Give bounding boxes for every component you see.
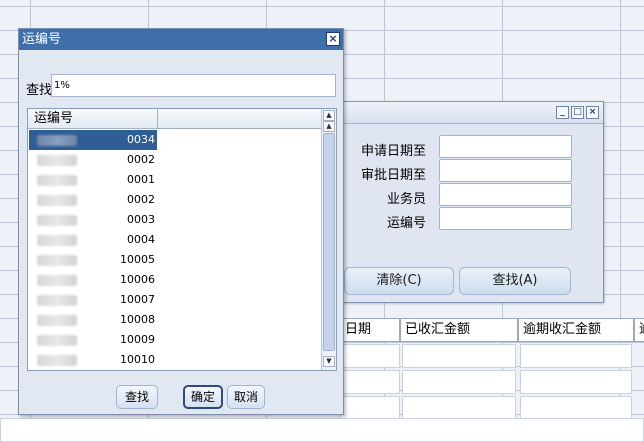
list-item-label: 0002 (127, 193, 155, 206)
maximize-icon[interactable]: □ (571, 106, 584, 119)
scroll-up-icon[interactable]: ▲ (323, 110, 335, 121)
table-cell[interactable] (340, 370, 400, 394)
table-cell[interactable] (340, 344, 400, 368)
search-window-titlebar[interactable]: _ □ × (334, 102, 603, 124)
lov-popup: 运编号 × 查找 1% 运编号 0034 0002 0001 0002 0003 0004… (18, 28, 344, 415)
redacted-prefix (37, 155, 77, 166)
list-item-label: 0001 (127, 173, 155, 186)
list-item-label: 10010 (120, 353, 155, 366)
scroll-top-icon[interactable]: ▲ (323, 121, 335, 132)
find-input[interactable]: 1% (51, 74, 336, 97)
cancel-button[interactable]: 取消 (227, 385, 265, 409)
redacted-prefix (37, 235, 77, 246)
redacted-prefix (37, 135, 77, 146)
list-item[interactable]: 0002 (29, 150, 157, 170)
table-cell[interactable] (402, 370, 516, 394)
column-header-overdue-amount[interactable]: 逾期收汇金额 (518, 318, 634, 342)
table-cell[interactable] (340, 396, 400, 420)
ok-button[interactable]: 确定 (183, 385, 223, 409)
redacted-prefix (37, 195, 77, 206)
redacted-prefix (37, 255, 77, 266)
list-item[interactable]: 10005 (29, 250, 157, 270)
popup-titlebar[interactable]: 运编号 × (19, 29, 343, 50)
list-item-label: 0004 (127, 233, 155, 246)
shipment-number-field[interactable] (439, 207, 572, 230)
find-button[interactable]: 查找 (116, 385, 158, 409)
list-item[interactable]: 10006 (29, 270, 157, 290)
table-cell[interactable] (402, 344, 516, 368)
list-column-header[interactable]: 运编号 (28, 109, 158, 129)
redacted-prefix (37, 275, 77, 286)
list-item[interactable]: 10007 (29, 290, 157, 310)
column-header-date[interactable]: 日期 (340, 318, 400, 342)
find-label: 查找 (26, 83, 53, 98)
table-cell[interactable] (520, 396, 632, 420)
redacted-prefix (37, 335, 77, 346)
redacted-prefix (37, 175, 77, 186)
list-item[interactable]: 0001 (29, 170, 157, 190)
table-row (0, 418, 644, 442)
list-item[interactable]: 0004 (29, 230, 157, 250)
list-item[interactable]: 0034 (29, 130, 157, 150)
close-icon[interactable]: × (586, 106, 599, 119)
column-header-received-amount[interactable]: 已收汇金额 (400, 318, 518, 342)
scroll-down-icon[interactable]: ▼ (323, 356, 335, 367)
table-cell[interactable] (402, 396, 516, 420)
redacted-prefix (37, 315, 77, 326)
list-item-label: 0002 (127, 153, 155, 166)
list-item-label: 10007 (120, 293, 155, 306)
list-item[interactable]: 10008 (29, 310, 157, 330)
list-item-label: 10005 (120, 253, 155, 266)
apply-date-field[interactable] (439, 135, 572, 158)
popup-title: 运编号 (22, 32, 62, 47)
vertical-scrollbar[interactable]: ▲ ▲ ▼ (321, 109, 336, 370)
redacted-prefix (37, 295, 77, 306)
list-item-label: 10009 (120, 333, 155, 346)
list-item[interactable]: 10009 (29, 330, 157, 350)
list-item[interactable]: 0003 (29, 210, 157, 230)
salesperson-field[interactable] (439, 183, 572, 206)
clear-button[interactable]: 清除(C) (344, 267, 454, 295)
close-icon[interactable]: × (326, 32, 340, 46)
search-criteria-window: _ □ × 申请日期至 审批日期至 业务员 运编号 清除(C) 查找(A) (333, 101, 604, 303)
list-item-label: 0034 (127, 133, 155, 146)
column-header-partial[interactable]: 逾 (634, 318, 644, 342)
redacted-prefix (37, 355, 77, 366)
list-item-label: 0003 (127, 213, 155, 226)
table-cell[interactable] (520, 370, 632, 394)
scrollbar-thumb[interactable] (323, 133, 335, 351)
minimize-icon[interactable]: _ (556, 106, 569, 119)
list-item[interactable]: 10010 (29, 350, 157, 370)
approve-date-field[interactable] (439, 159, 572, 182)
list-header: 运编号 (28, 109, 321, 129)
result-list[interactable]: 运编号 0034 0002 0001 0002 0003 0004 10005 10006 10… (27, 108, 337, 371)
redacted-prefix (37, 215, 77, 226)
list-item-label: 10008 (120, 313, 155, 326)
find-button[interactable]: 查找(A) (459, 267, 571, 295)
list-item[interactable]: 0002 (29, 190, 157, 210)
list-item-label: 10006 (120, 273, 155, 286)
table-cell[interactable] (520, 344, 632, 368)
